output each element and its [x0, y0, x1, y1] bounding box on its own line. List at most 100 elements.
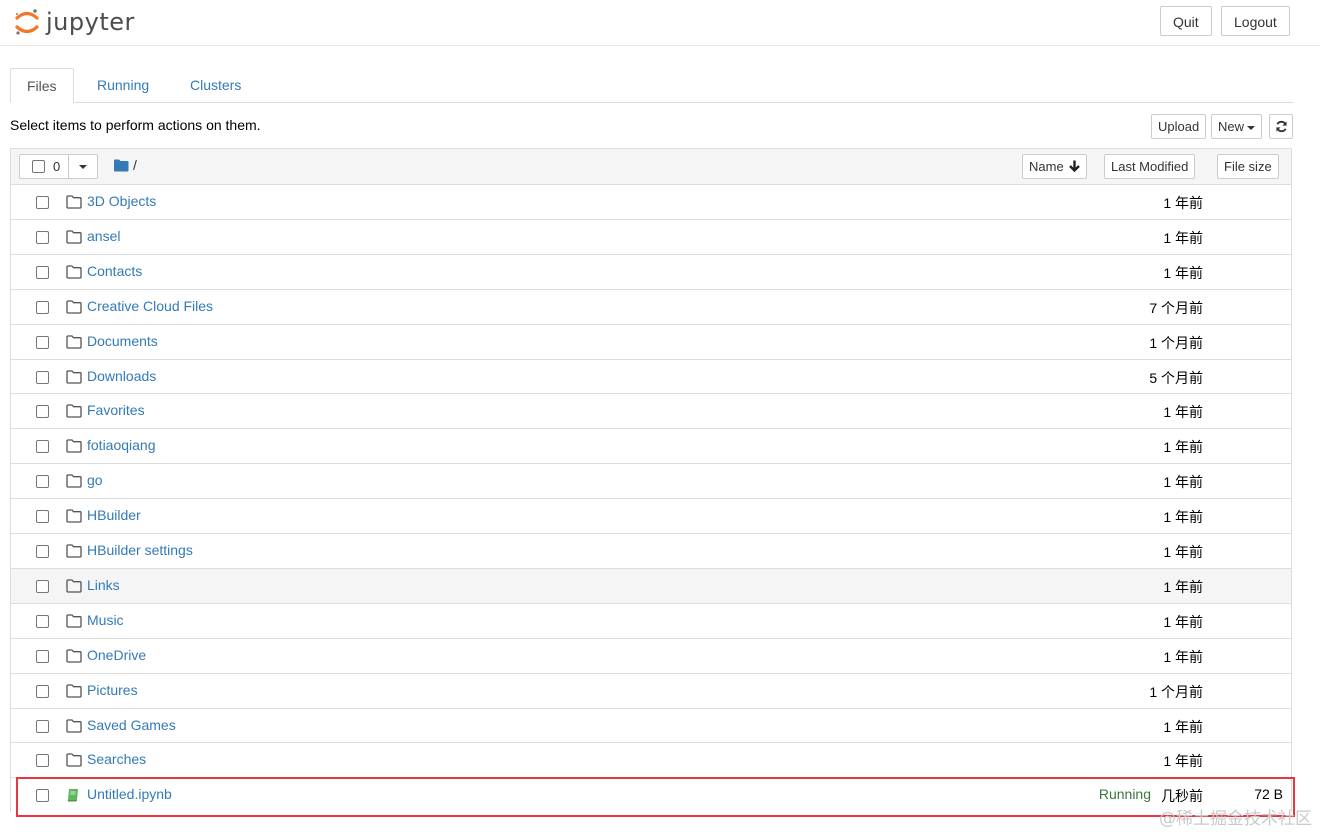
tab-clusters[interactable]: Clusters	[174, 68, 257, 102]
folder-icon	[66, 439, 82, 456]
file-modified: 1 年前	[1163, 229, 1203, 246]
row-checkbox[interactable]	[36, 614, 49, 628]
row-checkbox[interactable]	[36, 475, 49, 489]
top-header: jupyter Quit Logout	[0, 0, 1320, 46]
notebook-icon	[66, 788, 80, 805]
row-checkbox[interactable]	[36, 510, 49, 524]
file-name-link[interactable]: Downloads	[87, 368, 156, 384]
file-modified: 1 年前	[1163, 404, 1203, 421]
file-modified: 1 年前	[1163, 613, 1203, 630]
file-name-link[interactable]: ansel	[87, 228, 120, 244]
row-checkbox[interactable]	[36, 300, 49, 314]
logout-button[interactable]: Logout	[1221, 6, 1290, 36]
file-name-link[interactable]: Untitled.ipynb	[87, 786, 172, 802]
sort-modified-button[interactable]: Last Modified	[1104, 154, 1196, 179]
row-checkbox[interactable]	[36, 230, 49, 244]
row-checkbox[interactable]	[36, 370, 49, 384]
file-name-link[interactable]: Searches	[87, 751, 146, 767]
row-checkbox[interactable]	[36, 789, 49, 803]
file-row[interactable]: ansel 1 年前	[11, 218, 1291, 254]
tab-bar: Files Running Clusters	[10, 68, 1294, 103]
file-name-link[interactable]: 3D Objects	[87, 193, 156, 209]
row-checkbox[interactable]	[36, 545, 49, 558]
instructions-text: Select items to perform actions on them.	[10, 117, 261, 133]
file-row[interactable]: Documents 1 个月前	[11, 323, 1291, 359]
file-name-link[interactable]: Favorites	[87, 402, 145, 418]
refresh-button[interactable]	[1269, 114, 1293, 139]
file-name-link[interactable]: HBuilder settings	[87, 542, 193, 558]
folder-icon	[66, 265, 82, 282]
select-all[interactable]: 0	[20, 155, 70, 178]
file-row[interactable]: Untitled.ipynb Running 几秒前 72 B	[11, 777, 1291, 813]
file-row[interactable]: OneDrive 1 年前	[11, 637, 1291, 673]
sort-name-label: Name	[1029, 159, 1064, 174]
row-checkbox[interactable]	[36, 335, 49, 349]
file-row[interactable]: Links 1 年前	[11, 567, 1291, 603]
file-modified: 7 个月前	[1149, 299, 1203, 316]
select-all-checkbox[interactable]	[32, 160, 45, 173]
file-name-link[interactable]: HBuilder	[87, 507, 141, 523]
file-row[interactable]: HBuilder settings 1 年前	[11, 533, 1291, 568]
file-row[interactable]: Contacts 1 年前	[11, 253, 1291, 289]
tab-files[interactable]: Files	[10, 68, 74, 103]
sort-name-button[interactable]: Name	[1022, 154, 1088, 179]
file-name-link[interactable]: Creative Cloud Files	[87, 298, 213, 314]
file-list-header: 0 / Name Last Modified File size	[11, 149, 1291, 186]
file-name-link[interactable]: OneDrive	[87, 647, 146, 663]
file-row[interactable]: 3D Objects 1 年前	[11, 184, 1291, 219]
file-name-link[interactable]: Contacts	[87, 263, 142, 279]
file-row[interactable]: Music 1 年前	[11, 602, 1291, 638]
folder-icon	[66, 474, 82, 491]
new-label: New	[1218, 119, 1245, 134]
file-modified: 1 个月前	[1149, 334, 1203, 351]
row-checkbox[interactable]	[36, 684, 49, 698]
folder-icon	[66, 509, 82, 526]
row-checkbox[interactable]	[36, 719, 49, 733]
new-dropdown-button[interactable]: New	[1211, 114, 1263, 139]
file-modified: 1 年前	[1163, 718, 1203, 735]
file-name-link[interactable]: Links	[87, 577, 120, 593]
file-name-link[interactable]: fotiaoqiang	[87, 437, 156, 453]
file-row[interactable]: Creative Cloud Files 7 个月前	[11, 288, 1291, 324]
folder-icon	[66, 649, 82, 666]
breadcrumb[interactable]: /	[114, 157, 137, 173]
row-checkbox[interactable]	[36, 754, 49, 768]
file-name-link[interactable]: go	[87, 472, 103, 488]
file-row[interactable]: Favorites 1 年前	[11, 393, 1291, 429]
file-name-link[interactable]: Music	[87, 612, 124, 628]
file-modified: 1 年前	[1163, 439, 1203, 456]
file-modified: 1 年前	[1163, 544, 1203, 560]
file-row[interactable]: Downloads 5 个月前	[11, 358, 1291, 394]
row-checkbox[interactable]	[36, 579, 49, 593]
sort-size-button[interactable]: File size	[1217, 154, 1279, 179]
file-row[interactable]: HBuilder 1 年前	[11, 498, 1291, 534]
breadcrumb-root[interactable]: /	[133, 157, 137, 173]
file-row[interactable]: Pictures 1 个月前	[11, 672, 1291, 708]
upload-button[interactable]: Upload	[1151, 114, 1207, 139]
file-row[interactable]: go 1 年前	[11, 463, 1291, 499]
file-name-link[interactable]: Documents	[87, 333, 158, 349]
tab-running[interactable]: Running	[81, 68, 165, 102]
row-checkbox[interactable]	[36, 265, 49, 279]
folder-icon	[66, 683, 82, 701]
folder-open-icon	[114, 159, 129, 171]
row-checkbox[interactable]	[36, 649, 49, 663]
file-size: 72 B	[1254, 786, 1283, 803]
quit-button[interactable]: Quit	[1160, 6, 1212, 36]
row-checkbox[interactable]	[36, 440, 49, 454]
folder-icon	[66, 404, 82, 421]
row-checkbox[interactable]	[36, 196, 49, 209]
file-row[interactable]: fotiaoqiang 1 年前	[11, 428, 1291, 464]
caret-down-icon	[1247, 125, 1256, 130]
file-name-link[interactable]: Pictures	[87, 682, 138, 698]
file-row[interactable]: Saved Games 1 年前	[11, 707, 1291, 743]
file-row[interactable]: Searches 1 年前	[11, 742, 1291, 778]
jupyter-logo[interactable]: jupyter	[14, 4, 135, 40]
row-checkbox[interactable]	[36, 405, 49, 419]
folder-icon	[66, 300, 82, 317]
selected-count: 0	[53, 159, 61, 174]
file-name-link[interactable]: Saved Games	[87, 717, 176, 733]
refresh-icon	[1275, 120, 1287, 133]
select-dropdown-button[interactable]	[69, 155, 97, 178]
select-all-group: 0	[19, 154, 99, 179]
